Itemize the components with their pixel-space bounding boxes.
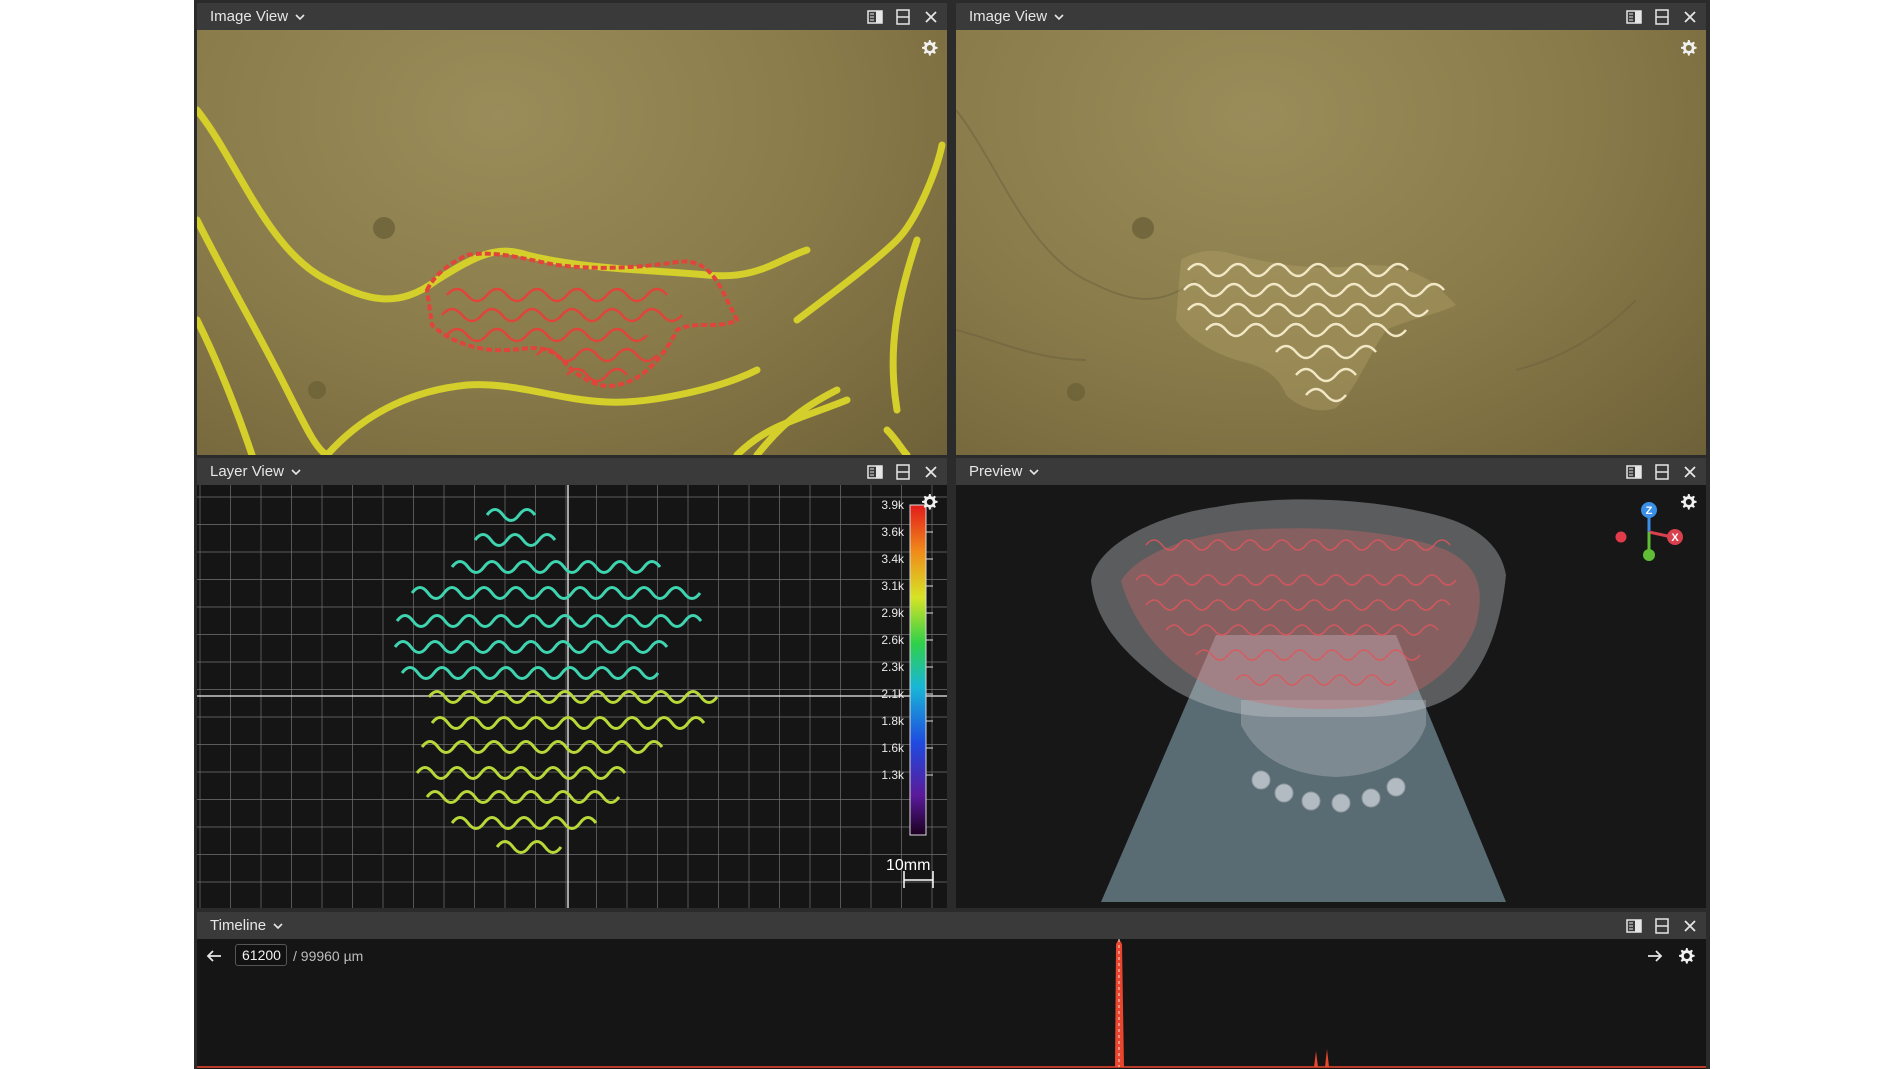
chevron-down-icon [295, 13, 305, 20]
colorbar-tick-label: 1.3k [881, 768, 905, 782]
split-horizontal-icon[interactable] [1652, 916, 1672, 936]
image-view-panel-right: Image View [956, 3, 1706, 455]
image-view-panel-left: Image View [197, 3, 947, 455]
preview-panel: Preview Z X [956, 458, 1706, 908]
svg-text:Z: Z [1646, 505, 1653, 517]
split-horizontal-icon[interactable] [893, 7, 913, 27]
panel-title-label: Image View [210, 8, 289, 25]
colorbar-tick-label: 3.4k [881, 552, 905, 566]
timeline-body: / 99960 µm [197, 939, 1706, 1069]
panel-title-dropdown[interactable]: Layer View [210, 463, 302, 480]
colorbar-tick-label: 1.6k [881, 741, 905, 755]
chevron-down-icon [1054, 13, 1064, 20]
colorbar [909, 504, 927, 836]
camera-image[interactable] [956, 30, 1706, 455]
layer-canvas[interactable]: 3.9k 3.6k 3.4k 3.1k 2.9k 2.6k 2.3k 2.1k 1.8k 1.6k… [197, 485, 947, 908]
colorbar-tick-label: 3.9k [881, 498, 905, 512]
panel-title-dropdown[interactable]: Timeline [210, 917, 284, 934]
split-vertical-icon[interactable] [1624, 7, 1644, 27]
panel-title-label: Layer View [210, 463, 284, 480]
panel-title-label: Preview [969, 463, 1023, 480]
colorbar-tick-label: 3.1k [881, 579, 905, 593]
chevron-down-icon [273, 922, 283, 929]
colorbar-tick-label: 2.3k [881, 660, 905, 674]
close-icon[interactable] [1680, 916, 1700, 936]
split-horizontal-icon[interactable] [1652, 462, 1672, 482]
gear-icon[interactable] [1678, 38, 1698, 58]
close-icon[interactable] [921, 462, 941, 482]
scale-bar-label: 10mm [886, 857, 930, 874]
panel-header: Image View [197, 3, 947, 30]
close-icon[interactable] [1680, 462, 1700, 482]
panel-title-dropdown[interactable]: Image View [210, 8, 306, 25]
colorbar-tick-label: 2.1k [881, 687, 905, 701]
close-icon[interactable] [1680, 7, 1700, 27]
gear-icon[interactable] [919, 38, 939, 58]
panel-title-label: Timeline [210, 917, 267, 934]
layer-view-panel: Layer View 3.9k 3.6k 3.4k 3.1k 2.9k 2.6k… [197, 458, 947, 908]
panel-title-dropdown[interactable]: Image View [969, 8, 1065, 25]
chevron-down-icon [1029, 468, 1039, 475]
split-vertical-icon[interactable] [1624, 462, 1644, 482]
previous-layer-button[interactable] [203, 945, 225, 967]
colorbar-tick-label: 3.6k [881, 525, 905, 539]
close-icon[interactable] [921, 7, 941, 27]
split-horizontal-icon[interactable] [893, 462, 913, 482]
gear-icon[interactable] [1678, 492, 1698, 512]
panel-title-label: Image View [969, 8, 1048, 25]
next-layer-button[interactable] [1644, 945, 1666, 967]
split-horizontal-icon[interactable] [1652, 7, 1672, 27]
panel-header: Image View [956, 3, 1706, 30]
3d-preview-viewport[interactable]: Z X [956, 485, 1706, 908]
split-vertical-icon[interactable] [1624, 916, 1644, 936]
panel-header: Preview [956, 458, 1706, 485]
colorbar-tick-label: 2.9k [881, 606, 905, 620]
split-vertical-icon[interactable] [865, 7, 885, 27]
axis-gizmo[interactable]: Z X [1615, 502, 1684, 561]
panel-header: Timeline [197, 912, 1706, 939]
split-vertical-icon[interactable] [865, 462, 885, 482]
current-layer-input[interactable] [235, 944, 287, 966]
camera-image-with-overlay[interactable] [197, 30, 947, 455]
gear-icon[interactable] [1676, 946, 1696, 966]
total-layers-label: / 99960 µm [293, 948, 364, 964]
panel-header: Layer View [197, 458, 947, 485]
timeline-panel: Timeline / 99960 µm [197, 912, 1706, 1069]
chevron-down-icon [291, 468, 301, 475]
gear-icon[interactable] [919, 492, 939, 512]
svg-text:X: X [1671, 532, 1679, 544]
panel-title-dropdown[interactable]: Preview [969, 463, 1040, 480]
colorbar-tick-label: 2.6k [881, 633, 905, 647]
colorbar-tick-label: 1.8k [881, 714, 905, 728]
app-window: Image View Image View Layer View 3.9k 3.… [194, 0, 1710, 1069]
